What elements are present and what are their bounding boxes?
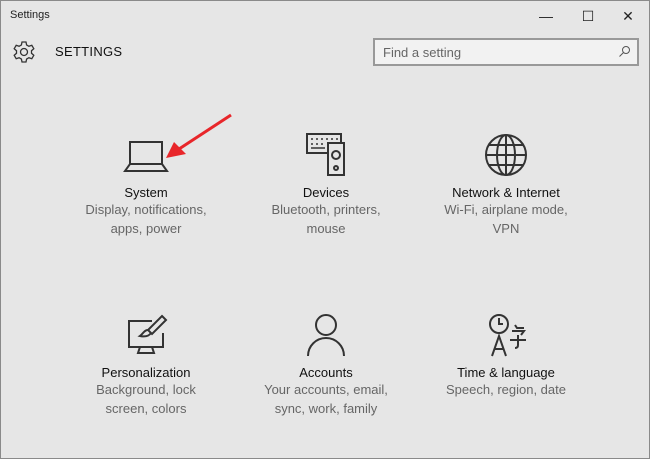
tile-description: Wi-Fi, airplane mode, [444,202,568,217]
title-bar: Settings — ☐ ✕ [1,1,649,31]
tile-title: Personalization [101,365,191,380]
tile-personalization[interactable]: Personalization Background, lock screen,… [61,313,231,418]
page-title: SETTINGS [55,44,123,59]
tile-network-internet[interactable]: Network & Internet Wi-Fi, airplane mode,… [421,133,591,238]
gear-icon [12,40,36,69]
tile-description: sync, work, family [274,401,378,416]
tile-title: System [124,185,168,200]
maximize-button[interactable]: ☐ [573,5,603,27]
close-button[interactable]: ✕ [613,5,643,27]
tile-description: Background, lock [96,382,196,397]
tile-description: mouse [306,221,346,236]
person-icon [307,314,345,357]
search-box[interactable] [373,38,639,66]
tile-description: Your accounts, email, [264,382,388,397]
header: SETTINGS [1,37,649,67]
tile-time-language[interactable]: Time & language Speech, region, date [421,313,591,400]
globe-icon [485,134,527,176]
tile-description: screen, colors [105,401,187,416]
tile-title: Network & Internet [452,185,560,200]
tile-description: Display, notifications, [85,202,207,217]
personalization-icon [128,314,168,354]
tile-title: Devices [302,185,350,200]
annotation-arrow-icon [166,113,232,158]
window-title: Settings [10,9,50,21]
tile-description: VPN [492,221,520,236]
tile-devices[interactable]: Devices Bluetooth, printers, mouse [241,133,411,238]
search-icon[interactable] [618,45,631,63]
minimize-button[interactable]: — [531,5,561,27]
tile-title: Time & language [457,365,555,380]
tile-description: Bluetooth, printers, [271,202,381,217]
tile-description: Speech, region, date [446,382,566,397]
search-input[interactable] [375,40,595,64]
tile-description: apps, power [110,221,182,236]
tile-title: Accounts [299,365,353,380]
devices-icon [306,133,345,176]
tile-accounts[interactable]: Accounts Your accounts, email, sync, wor… [241,313,411,418]
time-language-icon [489,314,526,357]
